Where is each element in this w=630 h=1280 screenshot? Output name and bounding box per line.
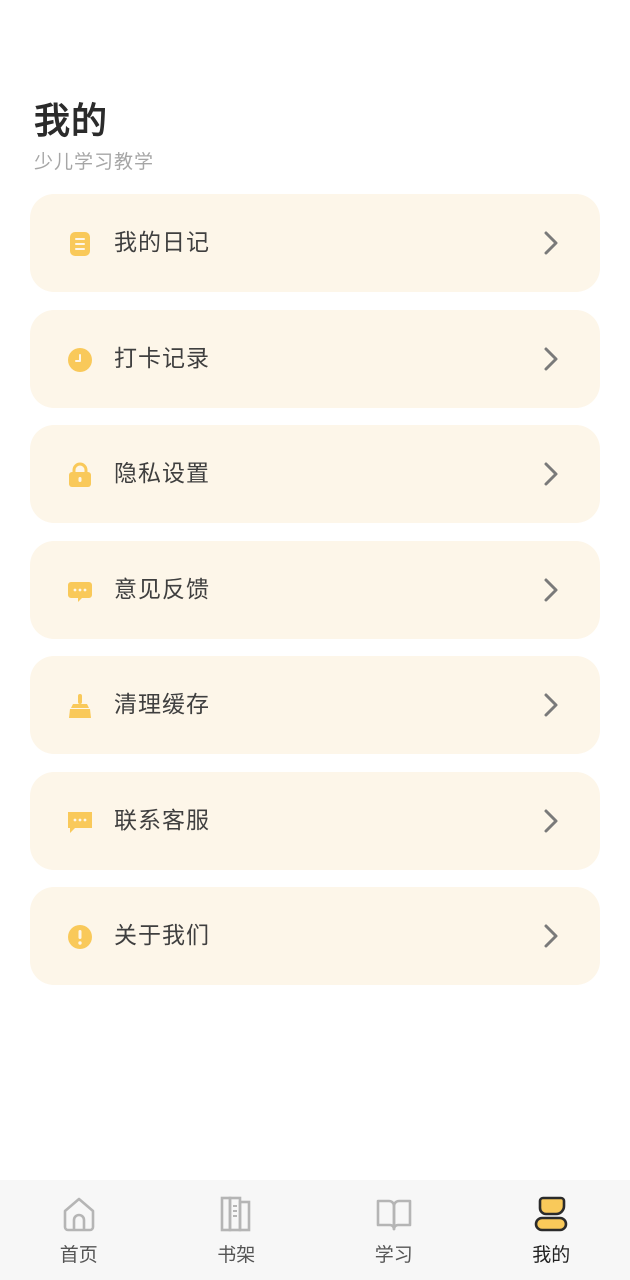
- chevron-right-icon: [542, 576, 560, 604]
- menu-item-label: 打卡记录: [114, 345, 210, 372]
- chevron-right-icon: [542, 345, 560, 373]
- chevron-right-icon: [542, 922, 560, 950]
- menu-item-label: 意见反馈: [114, 576, 210, 603]
- menu-item-clear-cache[interactable]: 清理缓存: [30, 656, 600, 754]
- menu-item-label: 清理缓存: [114, 692, 210, 718]
- tab-label: 书架: [217, 1244, 256, 1266]
- tab-label: 学习: [374, 1244, 413, 1266]
- page-subtitle: 少儿学习教学: [34, 151, 155, 173]
- settings-menu: 我的日记 打卡记录 隐私设置 意见反馈 清理缓存 联系客服 关于我们: [30, 194, 600, 1003]
- tab-label: 首页: [59, 1244, 98, 1266]
- book-open-icon: [374, 1194, 414, 1234]
- chevron-right-icon: [542, 807, 560, 835]
- page-header: 我的 少儿学习教学: [34, 98, 154, 176]
- menu-item-label: 关于我们: [114, 923, 210, 949]
- menu-item-diary[interactable]: 我的日记: [30, 194, 600, 292]
- info-icon: [67, 924, 93, 950]
- chevron-right-icon: [542, 691, 560, 719]
- profile-icon: [531, 1194, 571, 1234]
- menu-item-feedback[interactable]: 意见反馈: [30, 540, 600, 639]
- menu-item-label: 联系客服: [114, 807, 210, 834]
- chevron-right-icon: [542, 460, 560, 488]
- chat-icon: [67, 809, 93, 835]
- clock-icon: [67, 347, 93, 373]
- tab-home[interactable]: 首页: [0, 1180, 158, 1280]
- menu-item-customer-service[interactable]: 联系客服: [30, 771, 600, 870]
- menu-item-checkin-records[interactable]: 打卡记录: [30, 309, 600, 408]
- feedback-icon: [67, 578, 93, 604]
- menu-item-label: 隐私设置: [114, 461, 210, 487]
- broom-icon: [67, 693, 93, 719]
- tab-profile[interactable]: 我的: [473, 1180, 630, 1280]
- tab-study[interactable]: 学习: [315, 1180, 473, 1280]
- page-title: 我的: [34, 101, 109, 142]
- home-icon: [59, 1194, 99, 1234]
- menu-item-about-us[interactable]: 关于我们: [30, 887, 600, 985]
- diary-icon: [67, 231, 93, 257]
- tab-bookshelf[interactable]: 书架: [158, 1180, 316, 1280]
- bottom-tab-bar: 首页 书架 学习 我的: [0, 1180, 630, 1280]
- bookshelf-icon: [216, 1194, 256, 1234]
- lock-icon: [67, 462, 93, 488]
- tab-label: 我的: [532, 1244, 571, 1266]
- menu-item-privacy-settings[interactable]: 隐私设置: [30, 425, 600, 523]
- menu-item-label: 我的日记: [114, 230, 210, 256]
- chevron-right-icon: [542, 229, 560, 257]
